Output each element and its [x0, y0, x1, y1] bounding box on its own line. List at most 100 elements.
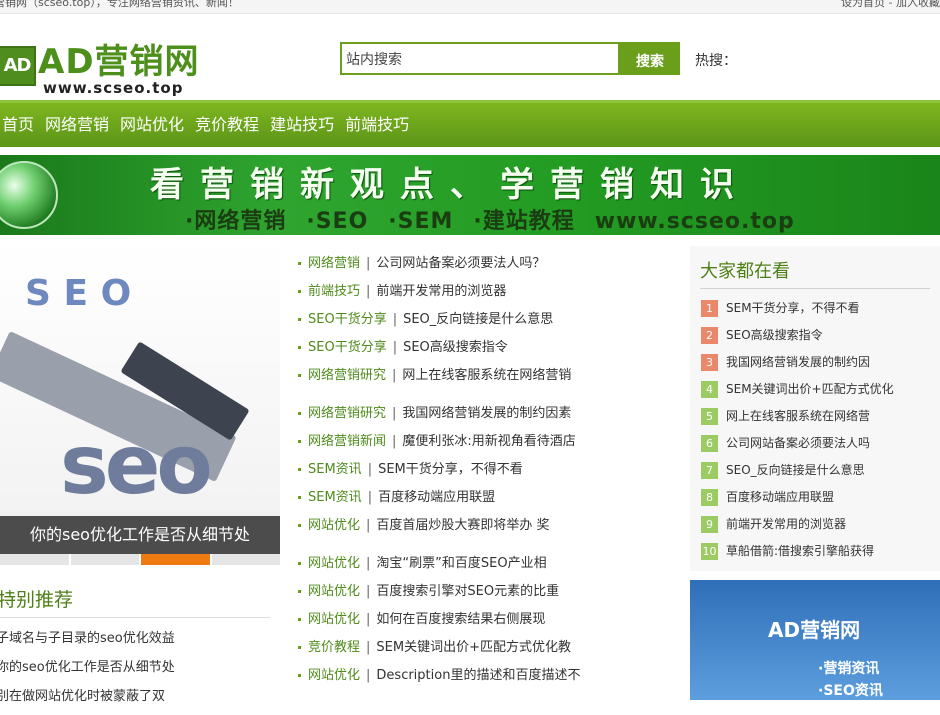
banner-slogan: 看营销新观点、学营销知识	[150, 165, 750, 205]
bullet-icon	[298, 674, 301, 677]
news-title[interactable]: 如何在百度搜索结果右侧展现	[376, 612, 545, 627]
separator: |	[366, 556, 371, 571]
rank-badge: 5	[701, 408, 718, 425]
news-category[interactable]: 竞价教程	[308, 640, 360, 655]
news-category[interactable]: 网站优化	[308, 584, 360, 599]
news-category[interactable]: 网络营销新闻	[308, 434, 386, 449]
separator: |	[366, 612, 371, 627]
news-category[interactable]: 前端技巧	[308, 284, 360, 299]
site-intro: 营销网（scseo.top），专注网络营销资讯、新闻！	[0, 0, 239, 9]
top-links[interactable]: 设为首页 - 加入收藏	[841, 0, 940, 9]
bullet-icon	[298, 412, 301, 415]
news-category[interactable]: 网络营销研究	[308, 406, 386, 421]
news-title[interactable]: 公司网站备案必须要法人吗？	[376, 256, 545, 271]
news-title[interactable]: 百度首届炒股大赛即将举办 奖	[376, 518, 549, 533]
search-button[interactable]: 搜索	[620, 42, 680, 75]
nav-item[interactable]: 首页	[2, 103, 34, 147]
news-title[interactable]: 网上在线客服系统在网络营销	[402, 368, 571, 383]
rank-badge: 2	[701, 327, 718, 344]
recommend-item[interactable]: 别在做网站优化时被蒙蔽了双	[0, 686, 276, 715]
popular-item[interactable]: 7 SEO_反向链接是什么意思	[701, 460, 936, 487]
popular-item[interactable]: 6 公司网站备案必须要法人吗	[701, 433, 936, 460]
bullet-icon	[298, 290, 301, 293]
logo-url: www.scseo.top	[43, 79, 184, 97]
banner-subline: ·网络营销 ·SEO ·SEM ·建站教程 www.scseo.top	[185, 203, 815, 235]
news-category[interactable]: 网站优化	[308, 668, 360, 683]
bullet-icon	[298, 468, 301, 471]
news-category[interactable]: 网络营销研究	[308, 368, 386, 383]
popular-item[interactable]: 5 网上在线客服系统在网络营	[701, 406, 936, 433]
rank-badge: 8	[701, 489, 718, 506]
search-form: 搜索	[340, 42, 680, 75]
news-item: 网站优化 | Description里的描述和百度描述不	[298, 665, 678, 693]
news-title[interactable]: SEO高级搜索指令	[403, 340, 508, 355]
news-category[interactable]: SEO干货分享	[308, 312, 387, 327]
nav-item[interactable]: 网站优化	[120, 103, 184, 147]
ad-banner[interactable]: AD营销网 ·营销资讯 ·SEO资讯	[690, 580, 940, 700]
banner-sub-item: ·SEO	[306, 209, 369, 234]
nav-item[interactable]: 竞价教程	[195, 103, 259, 147]
news-title[interactable]: Description里的描述和百度描述不	[376, 668, 580, 683]
news-category[interactable]: SEO干货分享	[308, 340, 387, 355]
popular-item[interactable]: 2 SEO高级搜索指令	[701, 325, 936, 352]
divider	[700, 288, 930, 289]
news-title[interactable]: 百度移动端应用联盟	[378, 490, 495, 505]
news-category[interactable]: SEM资讯	[308, 462, 362, 477]
popular-title-text: 百度移动端应用联盟	[726, 490, 835, 504]
news-title[interactable]: 魔便利张冰:用新视角看待酒店	[402, 434, 575, 449]
news-item: SEO干货分享 | SEO_反向链接是什么意思	[298, 309, 678, 337]
nav-item[interactable]: 建站技巧	[270, 103, 334, 147]
recommend-item[interactable]: 你的seo优化工作是否从细节处	[0, 657, 276, 686]
bullet-icon	[298, 562, 301, 565]
search-input[interactable]	[340, 42, 620, 75]
nav-item[interactable]: 前端技巧	[345, 103, 409, 147]
ad-line-1: ·营销资讯	[818, 661, 880, 677]
news-title[interactable]: SEO_反向链接是什么意思	[403, 312, 553, 327]
banner[interactable]: 看营销新观点、学营销知识 ·网络营销 ·SEO ·SEM ·建站教程 www.scseo…	[0, 155, 940, 235]
slideshow[interactable]: S E O seo 你的seo优化工作是否从细节处	[0, 243, 280, 565]
separator: |	[392, 406, 397, 421]
news-item: SEM资讯 | SEM干货分享，不得不看	[298, 459, 678, 487]
bullet-icon	[298, 374, 301, 377]
rank-badge: 4	[701, 381, 718, 398]
popular-item[interactable]: 3 我国网络营销发展的制约因	[701, 352, 936, 379]
news-title[interactable]: SEM关键词出价+匹配方式优化教	[376, 640, 571, 655]
news-item: 网站优化 | 如何在百度搜索结果右侧展现	[298, 609, 678, 637]
news-title[interactable]: 我国网络营销发展的制约因素	[402, 406, 571, 421]
news-title[interactable]: 前端开发常用的浏览器	[376, 284, 506, 299]
news-item: 网站优化 | 百度首届炒股大赛即将举办 奖	[298, 515, 678, 543]
nav-item[interactable]: 网络营销	[45, 103, 109, 147]
separator: |	[366, 668, 371, 683]
popular-item[interactable]: 4 SEM关键词出价+匹配方式优化	[701, 379, 936, 406]
news-category[interactable]: 网站优化	[308, 518, 360, 533]
separator: |	[366, 256, 371, 271]
news-item: 网站优化 | 百度搜索引擎对SEO元素的比重	[298, 581, 678, 609]
popular-item[interactable]: 1 SEM干货分享，不得不看	[701, 298, 936, 325]
slide-caption[interactable]: 你的seo优化工作是否从细节处	[0, 516, 280, 554]
slide-dot[interactable]	[0, 554, 69, 565]
slide-word: seo	[60, 418, 213, 513]
site-logo[interactable]: AD AD营销网 www.scseo.top	[0, 34, 213, 98]
popular-item[interactable]: 10 草船借箭:借搜索引擎船获得	[701, 541, 936, 568]
popular-item[interactable]: 8 百度移动端应用联盟	[701, 487, 936, 514]
news-category[interactable]: 网站优化	[308, 556, 360, 571]
slide-dot-active[interactable]	[141, 554, 210, 565]
banner-sub-item: ·网络营销	[185, 209, 287, 234]
hot-search-label: 热搜：	[695, 53, 737, 69]
popular-item[interactable]: 9 前端开发常用的浏览器	[701, 514, 936, 541]
popular-box: 大家都在看 1 SEM干货分享，不得不看 2 SEO高级搜索指令 3 我国网络营销发展的制…	[690, 246, 940, 571]
news-category[interactable]: 网络营销	[308, 256, 360, 271]
slide-dot[interactable]	[211, 554, 280, 565]
news-item: 前端技巧 | 前端开发常用的浏览器	[298, 281, 678, 309]
popular-title-text: 前端开发常用的浏览器	[726, 517, 847, 531]
news-title[interactable]: 淘宝“刷票”和百度SEO产业相	[376, 556, 546, 571]
recommend-item[interactable]: 子域名与子目录的seo优化效益	[0, 628, 276, 657]
slide-dot[interactable]	[70, 554, 139, 565]
news-title[interactable]: SEM干货分享，不得不看	[378, 462, 523, 477]
news-item: 网络营销研究 | 我国网络营销发展的制约因素	[298, 403, 678, 431]
bullet-icon	[298, 590, 301, 593]
news-title[interactable]: 百度搜索引擎对SEO元素的比重	[376, 584, 559, 599]
news-category[interactable]: SEM资讯	[308, 490, 362, 505]
banner-sub-item: www.scseo.top	[594, 209, 795, 234]
news-category[interactable]: 网站优化	[308, 612, 360, 627]
